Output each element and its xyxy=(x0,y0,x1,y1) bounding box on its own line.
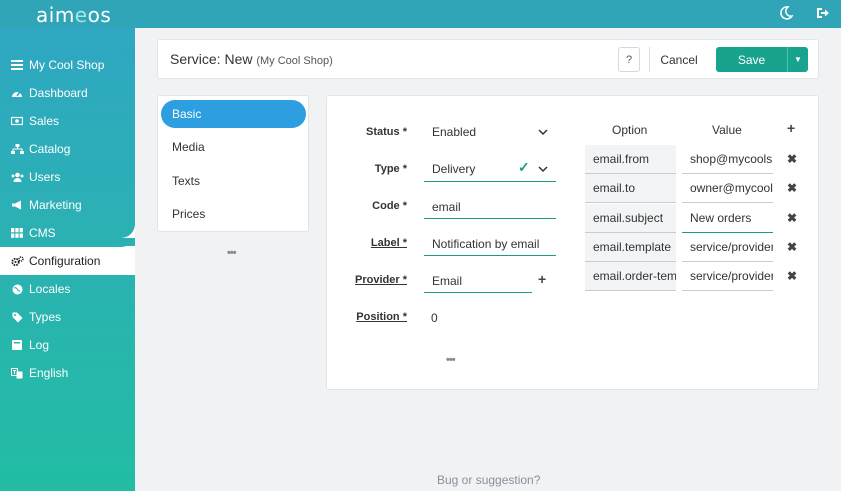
delete-row-icon[interactable]: ✖ xyxy=(787,181,797,195)
config-value-cell[interactable]: service/provider xyxy=(682,233,773,262)
feedback-link[interactable]: Bug or suggestion? xyxy=(437,473,540,487)
sidebar-item-label: My Cool Shop xyxy=(29,58,105,72)
config-option-cell[interactable]: email.order-template xyxy=(585,262,676,291)
service-form: Status * Enabled Type * Delivery ✓ Code … xyxy=(326,95,819,390)
sidebar-item-language[interactable]: English xyxy=(0,359,135,387)
sidebar-item-types[interactable]: Types xyxy=(0,303,135,331)
sidebar-item-label: Configuration xyxy=(29,254,101,268)
app-logo[interactable]: aimeos xyxy=(36,3,111,27)
config-value-cell[interactable]: New orders xyxy=(682,204,773,233)
money-icon xyxy=(10,115,24,127)
list-icon xyxy=(10,59,24,71)
label-underline xyxy=(424,255,556,256)
add-provider-icon[interactable]: + xyxy=(538,271,546,287)
value-column-header: Value xyxy=(712,123,742,137)
sidebar-item-cms[interactable]: CMS xyxy=(0,219,135,247)
globe-icon xyxy=(10,283,24,295)
page-title: Service: New (My Cool Shop) xyxy=(170,51,333,67)
sidebar-item-configuration[interactable]: Configuration xyxy=(0,247,135,275)
config-value-cell[interactable]: shop@mycoolshop xyxy=(682,145,773,174)
add-config-icon[interactable]: + xyxy=(787,120,795,136)
option-column-header: Option xyxy=(612,123,648,137)
save-options-button[interactable]: ▼ xyxy=(787,47,808,72)
sidebar-item-label: CMS xyxy=(29,226,56,240)
tab-media[interactable]: Media xyxy=(161,133,306,161)
chevron-down-icon[interactable] xyxy=(538,164,548,174)
cogs-icon xyxy=(10,255,24,267)
sidebar-item-label: Locales xyxy=(29,282,71,296)
sidebar-item-label: Sales xyxy=(29,114,60,128)
sidebar-item-log[interactable]: Log xyxy=(0,331,135,359)
sidebar-item-dashboard[interactable]: Dashboard xyxy=(0,79,135,107)
provider-label-text: Provider * xyxy=(355,274,407,286)
config-option-cell[interactable]: email.from xyxy=(585,145,676,174)
tab-texts[interactable]: Texts xyxy=(161,167,306,195)
square-icon xyxy=(10,339,24,351)
config-value-cell[interactable]: service/provider xyxy=(682,262,773,291)
label-label-text: Label * xyxy=(370,237,407,249)
sidebar-item-locales[interactable]: Locales xyxy=(0,275,135,303)
cancel-button[interactable]: Cancel xyxy=(649,47,708,72)
delete-row-icon[interactable]: ✖ xyxy=(787,152,797,166)
code-label: Code * xyxy=(372,200,407,212)
label-input[interactable]: Notification by email xyxy=(432,237,539,251)
tabs-more-icon[interactable]: ••• xyxy=(227,247,237,259)
position-label-text: Position * xyxy=(356,311,407,323)
page-title-text: Service: New xyxy=(170,51,253,67)
label-label: Label * xyxy=(327,237,407,249)
delete-row-icon[interactable]: ✖ xyxy=(787,269,797,283)
config-option-cell[interactable]: email.to xyxy=(585,174,676,203)
language-icon xyxy=(10,367,24,379)
grid-icon xyxy=(10,227,24,239)
provider-underline xyxy=(424,292,532,293)
check-icon: ✓ xyxy=(518,159,530,175)
chevron-down-icon[interactable] xyxy=(538,127,548,137)
dashboard-icon xyxy=(10,87,24,99)
config-option-cell[interactable]: email.subject xyxy=(585,204,676,233)
config-value-cell[interactable]: owner@mycoolshop xyxy=(682,174,773,203)
type-underline xyxy=(424,181,556,182)
status-select[interactable]: Enabled xyxy=(432,125,476,139)
help-button[interactable]: ? xyxy=(618,47,640,72)
sitemap-icon xyxy=(10,143,24,155)
tab-prices[interactable]: Prices xyxy=(161,200,306,228)
users-icon xyxy=(10,171,24,183)
position-value[interactable]: 0 xyxy=(431,311,438,325)
sidebar-item-label: Dashboard xyxy=(29,86,88,100)
sidebar-item-label: English xyxy=(29,366,69,380)
provider-input[interactable]: Email xyxy=(432,274,462,288)
sidebar-item-label: Catalog xyxy=(29,142,71,156)
code-underline xyxy=(424,218,556,219)
type-select[interactable]: Delivery xyxy=(432,162,475,176)
page-header: Service: New (My Cool Shop) ? Cancel Sav… xyxy=(157,39,819,79)
position-label: Position * xyxy=(327,311,407,323)
caret-down-icon: ▼ xyxy=(794,55,802,64)
tab-list: Basic Media Texts Prices xyxy=(157,95,309,232)
logout-icon[interactable] xyxy=(815,5,831,21)
code-input[interactable]: email xyxy=(432,200,461,214)
sidebar-item-label: Log xyxy=(29,338,50,352)
sidebar-item-label: Users xyxy=(29,170,61,184)
form-more-icon[interactable]: ••• xyxy=(446,354,456,366)
sidebar-item-catalog[interactable]: Catalog xyxy=(0,135,135,163)
save-button[interactable]: Save xyxy=(716,47,787,72)
type-label: Type * xyxy=(374,163,407,175)
delete-row-icon[interactable]: ✖ xyxy=(787,240,797,254)
sidebar-item-sales[interactable]: Sales xyxy=(0,107,135,135)
config-option-cell[interactable]: email.template xyxy=(585,233,676,262)
tag-icon xyxy=(10,311,24,323)
provider-label: Provider * xyxy=(327,274,407,286)
moon-icon[interactable] xyxy=(778,5,794,21)
sidebar-item-label: Types xyxy=(29,310,62,324)
page-subtitle: (My Cool Shop) xyxy=(256,55,333,67)
megaphone-icon xyxy=(10,199,24,211)
sidebar-item-my-cool-shop[interactable]: My Cool Shop xyxy=(0,51,135,79)
top-bar: aimeos xyxy=(0,0,841,28)
sidebar-item-label: Marketing xyxy=(29,198,82,212)
tab-basic[interactable]: Basic xyxy=(161,100,306,128)
status-label: Status * xyxy=(366,126,407,138)
sidebar-item-marketing[interactable]: Marketing xyxy=(0,191,135,219)
sidebar-item-users[interactable]: Users xyxy=(0,163,135,191)
delete-row-icon[interactable]: ✖ xyxy=(787,211,797,225)
